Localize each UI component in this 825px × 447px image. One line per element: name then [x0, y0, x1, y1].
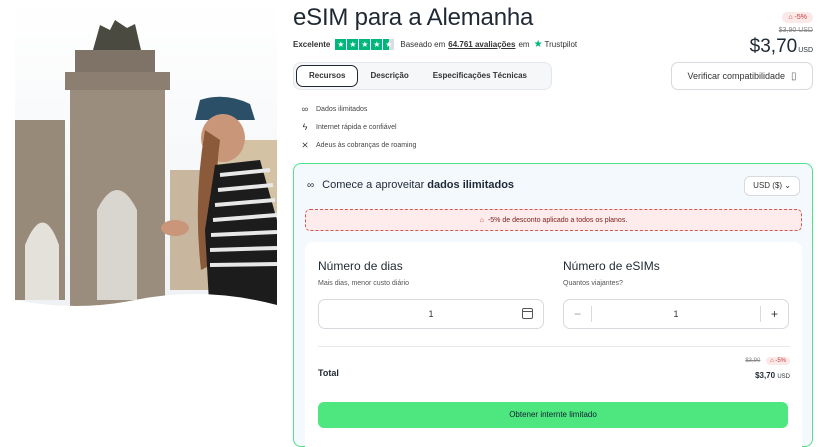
infinity-icon: ∞	[301, 104, 309, 114]
total-discount-value: -5%	[775, 358, 786, 364]
esims-title: Número de eSIMs	[563, 259, 660, 273]
promo-text: -5% de desconto aplicado a todos os plan…	[487, 216, 628, 224]
increment-button[interactable]: +	[760, 306, 788, 322]
days-value: 1	[428, 309, 434, 319]
star-half-icon: ★	[383, 39, 395, 50]
plan-config: Número de dias Mais dias, menor custo di…	[305, 242, 802, 447]
total-currency: USD	[777, 374, 790, 380]
divider	[318, 346, 790, 347]
rating-row: Excelente ★ ★ ★ ★ ★ Baseado em 64.761 av…	[293, 39, 577, 50]
total-new-price: $3,70	[755, 371, 776, 380]
tag-icon: ⌂	[479, 216, 484, 224]
reviews-prefix: Baseado em	[400, 40, 446, 49]
rating-stars: ★ ★ ★ ★ ★	[335, 39, 395, 50]
total-prices: $3,90 ⌂ -5% $3,70 USD	[745, 357, 790, 380]
total-new-row: $3,70 USD	[745, 371, 790, 380]
tab-descricao[interactable]: Descrição	[358, 65, 420, 87]
trustpilot-star-icon: ★	[533, 39, 543, 50]
chevron-down-icon: ⌄	[784, 181, 791, 190]
calendar-icon[interactable]	[522, 308, 533, 319]
reviews-link[interactable]: 64.761 avaliações	[448, 40, 515, 49]
no-roaming-icon: ⨯	[301, 139, 309, 150]
new-price: $3,70USD	[750, 36, 813, 58]
esims-stepper: − 1 +	[563, 299, 789, 329]
plan-heading: ∞ Comece a aproveitar dados ilimitados	[307, 179, 514, 191]
tab-recursos[interactable]: Recursos	[296, 65, 359, 87]
plan-card: ∞ Comece a aproveitar dados ilimitados U…	[293, 163, 813, 447]
days-title: Número de dias	[318, 259, 403, 273]
promo-banner: ⌂ -5% de desconto aplicado a todos os pl…	[305, 209, 802, 231]
total-label: Total	[318, 368, 339, 378]
check-compatibility-button[interactable]: Verificar compatibilidade ▯	[671, 62, 813, 90]
feature-item: ϟ Internet rápida e confiável	[298, 118, 416, 136]
tab-especificacoes[interactable]: Especificações Técnicas	[421, 65, 539, 87]
discount-badge: ⌂ -5%	[782, 12, 813, 23]
feature-label: Dados ilimitados	[316, 105, 368, 113]
tabs: Recursos Descrição Especificações Técnic…	[293, 62, 552, 90]
days-subtitle: Mais dias, menor custo diário	[318, 280, 410, 287]
feature-list: ∞ Dados ilimitados ϟ Internet rápida e c…	[298, 100, 416, 154]
plan-heading-bold: dados ilimitados	[427, 179, 515, 191]
esims-subtitle: Quantos viajantes?	[563, 280, 623, 287]
star-icon: ★	[335, 39, 347, 50]
total-old-row: $3,90 ⌂ -5%	[745, 357, 790, 365]
hero-image	[15, 0, 277, 320]
feature-item: ∞ Dados ilimitados	[298, 100, 416, 118]
esims-value[interactable]: 1	[564, 300, 788, 328]
feature-item: ⨯ Adeus às cobranças de roaming	[298, 136, 416, 154]
total-old-price: $3,90	[745, 358, 761, 364]
star-icon: ★	[347, 39, 359, 50]
price-currency: USD	[798, 47, 813, 54]
old-price: $3,90 USD	[778, 27, 813, 34]
get-internet-button[interactable]: Obtener internte limitado	[318, 402, 788, 428]
phone-icon: ▯	[791, 70, 797, 82]
compat-label: Verificar compatibilidade	[687, 71, 786, 81]
currency-select[interactable]: USD ($) ⌄	[744, 176, 800, 196]
trustpilot-label: Trustpilot	[544, 40, 578, 49]
lightning-icon: ϟ	[302, 122, 308, 132]
total-discount-badge: ⌂ -5%	[766, 357, 790, 365]
star-icon: ★	[371, 39, 383, 50]
feature-label: Adeus às cobranças de roaming	[316, 141, 417, 149]
feature-label: Internet rápida e confiável	[316, 123, 397, 131]
new-price-value: $3,70	[749, 36, 798, 57]
currency-value: USD ($)	[753, 181, 783, 190]
plan-heading-prefix: Comece a aproveitar	[322, 179, 425, 191]
star-icon: ★	[359, 39, 371, 50]
infinity-icon: ∞	[307, 179, 315, 191]
days-input[interactable]: 1	[318, 299, 544, 329]
page-title: eSIM para a Alemanha	[293, 4, 534, 31]
rating-label: Excelente	[293, 40, 331, 49]
price-box: ⌂ -5% $3,90 USD $3,70USD	[750, 6, 813, 58]
discount-value: -5%	[794, 14, 807, 21]
reviews-suffix: em	[518, 40, 530, 49]
